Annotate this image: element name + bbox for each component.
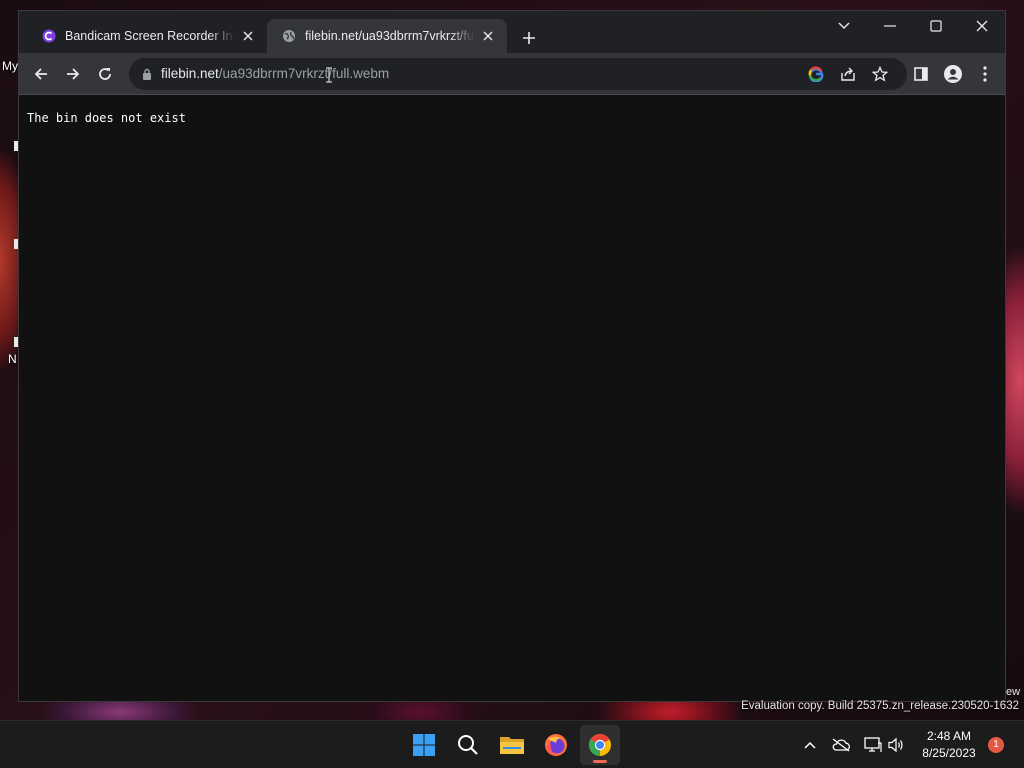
taskbar: 2:48 AM 8/25/2023 1 — [0, 720, 1024, 768]
clock-date: 8/25/2023 — [922, 746, 976, 760]
google-lens-icon[interactable] — [805, 63, 827, 85]
more-menu-icon[interactable] — [969, 58, 1001, 90]
active-app-indicator — [593, 760, 607, 763]
desktop-icon-label[interactable]: My — [2, 59, 18, 73]
chevron-up-icon[interactable] — [798, 733, 822, 757]
volume-icon[interactable] — [884, 733, 908, 757]
back-button[interactable] — [25, 58, 57, 90]
chrome-icon[interactable] — [580, 725, 620, 765]
bandicam-favicon — [41, 28, 57, 44]
tab-filebin[interactable]: filebin.net/ua93dbrrm7vrkrzt/full.webm — [267, 19, 507, 53]
notification-badge[interactable]: 1 — [988, 737, 1004, 753]
url-host: filebin.net — [161, 66, 219, 81]
side-panel-button[interactable] — [905, 58, 937, 90]
tab-search-button[interactable] — [821, 11, 867, 41]
minimize-button[interactable] — [867, 11, 913, 41]
bookmark-star-icon[interactable] — [869, 63, 891, 85]
evaluation-watermark: Evaluation copy. Build 25375.zn_release.… — [741, 700, 1019, 712]
close-icon[interactable] — [239, 27, 257, 45]
browser-toolbar: filebin.net/ua93dbrrm7vrkrzt/full.webm — [19, 53, 1005, 95]
firefox-icon[interactable] — [536, 725, 576, 765]
network-icon[interactable] — [861, 733, 885, 757]
system-clock[interactable]: 2:48 AM 8/25/2023 — [912, 728, 986, 762]
reload-button[interactable] — [89, 58, 121, 90]
window-controls — [821, 11, 1005, 43]
tab-bandicam[interactable]: Bandicam Screen Recorder In-depth — [27, 19, 267, 53]
profile-avatar[interactable] — [937, 58, 969, 90]
address-bar[interactable]: filebin.net/ua93dbrrm7vrkrzt/full.webm — [129, 58, 907, 90]
lock-icon[interactable] — [139, 66, 155, 82]
forward-button[interactable] — [57, 58, 89, 90]
browser-window: Bandicam Screen Recorder In-depth filebi… — [18, 10, 1006, 702]
close-icon[interactable] — [479, 27, 497, 45]
url-path: /ua93dbrrm7vrkrzt/full.webm — [218, 66, 390, 81]
clock-time: 2:48 AM — [926, 729, 972, 743]
url-text[interactable]: filebin.net/ua93dbrrm7vrkrzt/full.webm — [161, 58, 389, 90]
tab-strip: Bandicam Screen Recorder In-depth filebi… — [19, 11, 1005, 53]
close-window-button[interactable] — [959, 11, 1005, 41]
error-message: The bin does not exist — [27, 111, 186, 125]
tab-title: Bandicam Screen Recorder In-depth — [65, 29, 235, 43]
file-explorer-icon[interactable] — [492, 725, 532, 765]
maximize-button[interactable] — [913, 11, 959, 41]
search-icon[interactable] — [448, 725, 488, 765]
onedrive-offline-icon[interactable] — [829, 733, 853, 757]
tab-title: filebin.net/ua93dbrrm7vrkrzt/full.webm — [305, 29, 475, 43]
desktop-icon-label[interactable]: N — [8, 352, 17, 366]
start-icon[interactable] — [404, 725, 444, 765]
new-tab-button[interactable] — [517, 26, 541, 50]
share-icon[interactable] — [837, 63, 859, 85]
globe-icon — [281, 28, 297, 44]
watermark-tail: ew — [1006, 686, 1021, 698]
text-cursor-icon — [325, 67, 333, 83]
page-content: The bin does not exist — [19, 95, 1005, 701]
